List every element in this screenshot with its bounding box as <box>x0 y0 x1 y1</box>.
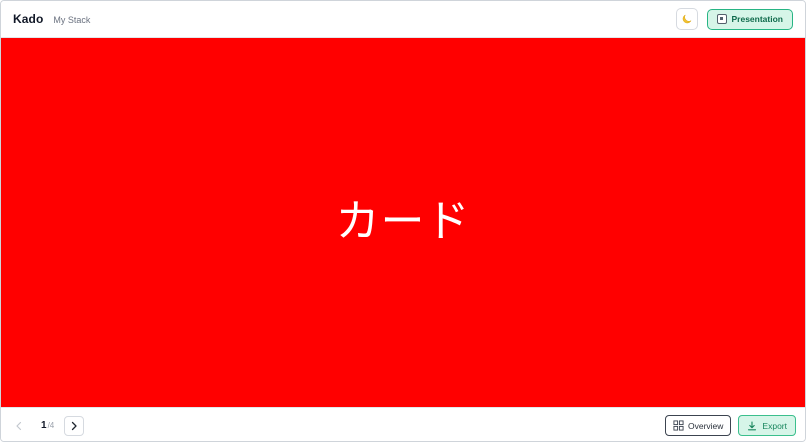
export-label: Export <box>762 420 787 431</box>
previous-card-button[interactable] <box>9 415 29 436</box>
current-page: 1 <box>41 420 47 431</box>
app-title: Kado <box>13 12 44 26</box>
export-button[interactable]: Export <box>738 415 796 436</box>
footer-actions: Overview Export <box>664 415 796 436</box>
page-indicator: 1 / 4 <box>41 420 54 431</box>
download-icon <box>748 420 757 430</box>
card-content: カード <box>335 195 471 247</box>
moon-icon <box>682 14 692 24</box>
bottom-bar: 1 / 4 Overview Export <box>1 407 805 441</box>
chevron-right-icon <box>72 421 77 430</box>
theme-toggle-button[interactable] <box>675 8 698 30</box>
header-actions: Presentation <box>675 8 793 30</box>
overview-button[interactable]: Overview <box>664 415 732 436</box>
chevron-left-icon <box>16 421 22 430</box>
presentation-label: Presentation <box>731 14 784 24</box>
total-pages: 4 <box>49 421 55 430</box>
grid-icon <box>673 420 684 431</box>
card-stage: カード <box>1 38 805 407</box>
overview-label: Overview <box>687 420 724 431</box>
next-card-button[interactable] <box>64 415 85 436</box>
presentation-icon <box>716 14 727 24</box>
app-window: Kado My Stack Presentation カード 1 / 4 Ove… <box>0 0 806 442</box>
stack-name[interactable]: My Stack <box>53 15 90 25</box>
presentation-button[interactable]: Presentation <box>706 8 793 30</box>
top-bar: Kado My Stack Presentation <box>1 1 805 38</box>
